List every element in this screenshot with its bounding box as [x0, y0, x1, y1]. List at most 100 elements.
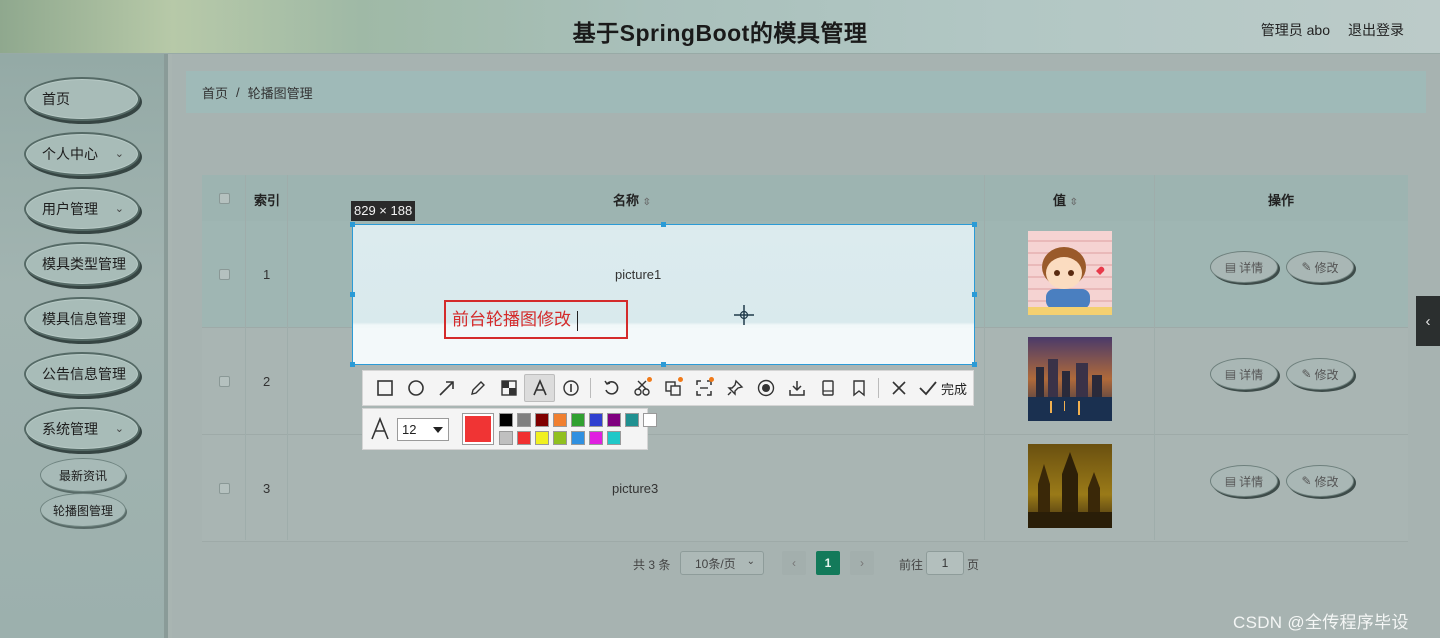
detail-button[interactable]: ▤ 详情 — [1210, 358, 1278, 390]
page-number-button[interactable]: 1 — [816, 551, 840, 575]
column-header-value[interactable]: 值 ⇳ — [1053, 190, 1078, 209]
long-screenshot-tool-icon[interactable] — [812, 374, 843, 402]
row-index: 2 — [263, 374, 271, 389]
color-swatch[interactable] — [499, 413, 513, 427]
resize-handle[interactable] — [661, 362, 666, 367]
color-swatch[interactable] — [499, 431, 513, 445]
pen-tool-icon[interactable] — [462, 374, 493, 402]
sidebar-item-notice-management[interactable]: 公告信息管理 — [24, 352, 140, 396]
cartoon-boy-image — [1028, 231, 1112, 315]
color-swatch[interactable] — [643, 413, 657, 427]
scan-tool-icon[interactable] — [688, 374, 719, 402]
color-swatch[interactable] — [571, 413, 585, 427]
edit-button[interactable]: ✎ 修改 — [1286, 465, 1354, 497]
color-swatch[interactable] — [553, 413, 567, 427]
color-swatch[interactable] — [607, 413, 621, 427]
detail-button-label: 详情 — [1239, 367, 1264, 382]
color-swatch[interactable] — [571, 431, 585, 445]
next-page-button[interactable]: › — [850, 551, 874, 575]
resize-handle[interactable] — [661, 222, 666, 227]
page-size-select[interactable]: 10条/页 ⌄ — [680, 551, 764, 575]
chevron-left-icon: ‹ — [1425, 312, 1431, 330]
resize-handle[interactable] — [350, 292, 355, 297]
select-all-checkbox[interactable] — [219, 193, 230, 204]
column-header-name[interactable]: 名称 ⇳ — [613, 190, 651, 209]
goto-page-input[interactable]: 1 — [926, 551, 964, 575]
current-color-swatch[interactable] — [462, 413, 494, 445]
breadcrumb: 首页 / 轮播图管理 — [186, 71, 1426, 113]
sidebar-item-system-management[interactable]: 系统管理 ⌄ — [24, 407, 140, 451]
row-name: picture1 — [615, 267, 662, 282]
font-size-select[interactable]: 12 — [397, 418, 449, 441]
resize-handle[interactable] — [350, 222, 355, 227]
sidebar-item-label: 系统管理 — [42, 421, 98, 437]
text-tool-icon[interactable] — [524, 374, 555, 402]
chevron-down-icon: ⌄ — [114, 148, 124, 160]
translate-tool-icon[interactable] — [657, 374, 688, 402]
chevron-left-icon: ‹ — [792, 556, 796, 570]
row-index: 1 — [263, 267, 271, 282]
column-divider — [1154, 175, 1155, 540]
color-swatch[interactable] — [535, 431, 549, 445]
chevron-down-icon: ⌄ — [114, 423, 124, 435]
edit-button[interactable]: ✎ 修改 — [1286, 358, 1354, 390]
sidebar-item-mold-info-management[interactable]: 模具信息管理 — [24, 297, 140, 341]
sidebar-subitem-carousel-management[interactable]: 轮播图管理 — [40, 493, 126, 527]
sidebar-subitem-news[interactable]: 最新资讯 — [40, 458, 126, 492]
column-header-label: 名称 — [613, 193, 640, 208]
sidebar-item-mold-type-management[interactable]: 模具类型管理 — [24, 242, 140, 286]
sidebar-subitem-label: 最新资讯 — [58, 468, 107, 483]
color-swatch[interactable] — [589, 413, 603, 427]
breadcrumb-home[interactable]: 首页 — [202, 83, 228, 102]
sidebar-item-personal-center[interactable]: 个人中心 ⌄ — [24, 132, 140, 176]
sidebar-item-home[interactable]: 首页 — [24, 77, 140, 121]
color-swatch[interactable] — [553, 431, 567, 445]
arrow-tool-icon[interactable] — [431, 374, 462, 402]
resize-handle[interactable] — [972, 292, 977, 297]
done-button[interactable]: 完成 — [918, 379, 967, 398]
annotation-text-box[interactable]: 前台轮播图修改 — [444, 300, 628, 339]
screenshot-toolbar: 完成 — [362, 370, 974, 406]
resize-handle[interactable] — [350, 362, 355, 367]
screenshot-selection[interactable]: picture1 — [352, 224, 975, 365]
color-swatch[interactable] — [625, 413, 639, 427]
color-swatch[interactable] — [607, 431, 621, 445]
color-swatch[interactable] — [535, 413, 549, 427]
column-header-actions: 操作 — [1268, 193, 1295, 208]
header-bar: 基于SpringBoot的模具管理 管理员 abo 退出登录 — [0, 0, 1440, 54]
pencil-icon: ✎ — [1301, 367, 1312, 381]
number-tool-icon[interactable] — [555, 374, 586, 402]
detail-button[interactable]: ▤ 详情 — [1210, 465, 1278, 497]
row-checkbox[interactable] — [219, 376, 230, 387]
resize-handle[interactable] — [972, 222, 977, 227]
ocr-tool-icon[interactable] — [626, 374, 657, 402]
edit-button-label: 修改 — [1314, 474, 1339, 489]
watermark: CSDN @全传程序毕设 — [1233, 613, 1409, 632]
sidebar-item-user-management[interactable]: 用户管理 ⌄ — [24, 187, 140, 231]
checkmark-icon — [919, 381, 937, 396]
color-swatch[interactable] — [517, 413, 531, 427]
page-size-value: 10条/页 — [695, 556, 736, 571]
undo-tool-icon[interactable] — [595, 374, 626, 402]
collapse-panel-button[interactable]: ‹ — [1416, 296, 1440, 346]
detail-button[interactable]: ▤ 详情 — [1210, 251, 1278, 283]
color-swatch[interactable] — [517, 431, 531, 445]
ellipse-tool-icon[interactable] — [400, 374, 431, 402]
document-icon: ▤ — [1224, 260, 1237, 274]
sidebar-item-label: 模具信息管理 — [42, 311, 126, 327]
color-swatch[interactable] — [589, 431, 603, 445]
rectangle-tool-icon[interactable] — [369, 374, 400, 402]
prev-page-button[interactable]: ‹ — [782, 551, 806, 575]
row-checkbox[interactable] — [219, 483, 230, 494]
bookmark-tool-icon[interactable] — [843, 374, 874, 402]
mosaic-tool-icon[interactable] — [493, 374, 524, 402]
pin-tool-icon[interactable] — [719, 374, 750, 402]
record-tool-icon[interactable] — [750, 374, 781, 402]
resize-handle[interactable] — [972, 362, 977, 367]
logout-link[interactable]: 退出登录 — [1348, 20, 1404, 40]
document-icon: ▤ — [1224, 474, 1237, 488]
download-tool-icon[interactable] — [781, 374, 812, 402]
row-checkbox[interactable] — [219, 269, 230, 280]
close-icon[interactable] — [883, 374, 914, 402]
edit-button[interactable]: ✎ 修改 — [1286, 251, 1354, 283]
